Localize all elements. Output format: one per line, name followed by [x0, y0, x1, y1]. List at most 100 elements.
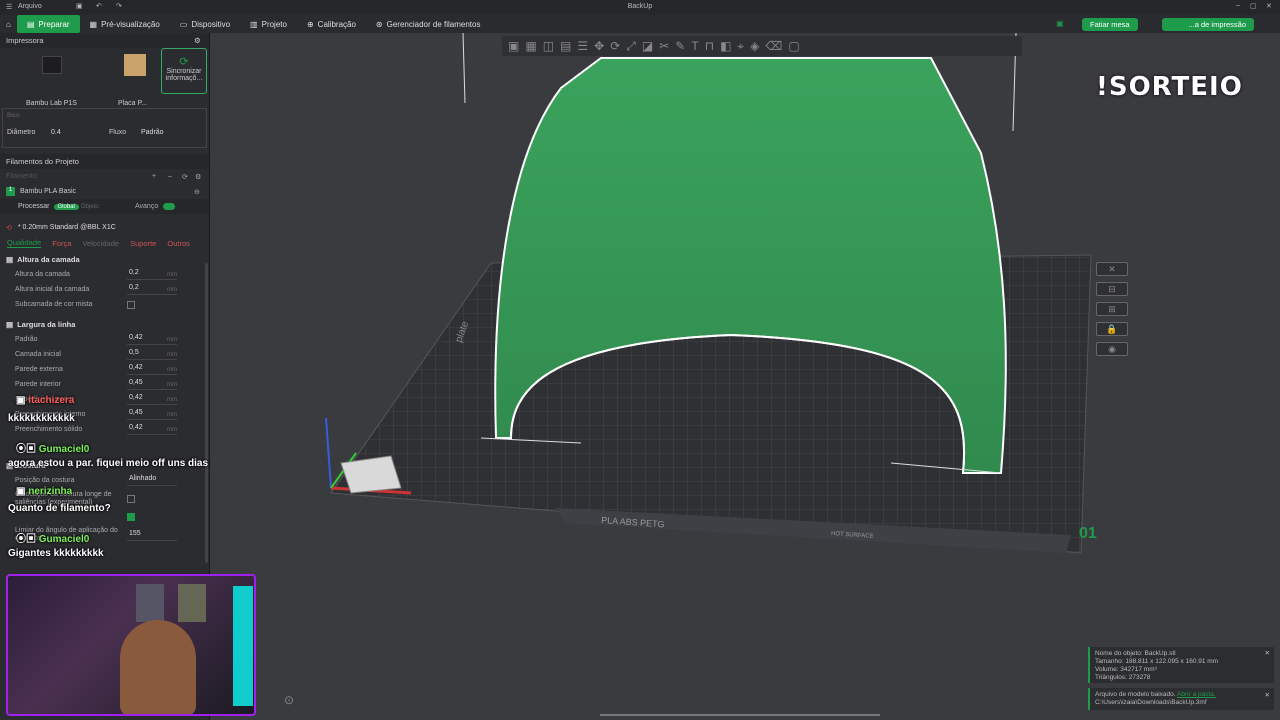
move-icon[interactable]: ✥: [594, 39, 604, 53]
seam-paint-icon[interactable]: ◧: [720, 39, 731, 53]
arrange-icon[interactable]: ▤: [560, 39, 571, 53]
plate-origin-tile: [340, 455, 402, 494]
tab-preparar[interactable]: ▤ Preparar: [16, 15, 80, 33]
grid-icon[interactable]: ▦: [525, 39, 536, 53]
tab-preview[interactable]: ▦ Pré-visualização: [80, 15, 170, 33]
plate-toolbar: ✕ ⊟ ⊞ 🔒 ◉: [1096, 262, 1128, 362]
chat-message: Quanto de filamento?: [8, 503, 111, 514]
add-icon[interactable]: +: [152, 173, 156, 180]
download-message: Arquivo de modelo baixado.: [1095, 691, 1176, 698]
streamer: [120, 620, 196, 714]
arrange-plate-icon[interactable]: ⊞: [1096, 302, 1128, 316]
setting-label: Posição da costura: [15, 477, 75, 484]
paint-icon[interactable]: ✎: [675, 39, 685, 53]
reset-icon[interactable]: ⟲: [6, 224, 12, 232]
open-folder-link[interactable]: Abrir a pasta.: [1177, 691, 1216, 698]
setting-unit: mm: [167, 426, 177, 433]
subtab-support[interactable]: Suporte: [130, 239, 156, 248]
z-axis: [325, 417, 332, 489]
camera-view-icon[interactable]: ⊙: [284, 693, 294, 707]
add-object-icon[interactable]: ▣: [508, 39, 519, 53]
sidebar-scrollbar[interactable]: [205, 263, 208, 563]
lock-plate-icon[interactable]: 🔒: [1096, 322, 1128, 336]
plate-name[interactable]: Placa P...: [118, 100, 147, 107]
subtab-quality[interactable]: Qualidade: [7, 238, 42, 248]
setting-unit: mm: [167, 271, 177, 278]
tab-calibration[interactable]: ⊕ Calibração: [297, 15, 366, 33]
setting-input[interactable]: 155: [127, 530, 177, 541]
setting-row: Padrão 0,42 mm: [0, 332, 209, 347]
slice-button[interactable]: Fatiar mesa: [1082, 18, 1138, 31]
home-icon[interactable]: ⌂: [0, 20, 17, 29]
auto-orient-icon[interactable]: ◫: [543, 39, 554, 53]
view-icon[interactable]: ▢: [788, 39, 799, 53]
tab-label: Projeto: [261, 19, 287, 29]
close-icon[interactable]: ✕: [1265, 692, 1270, 700]
profile-row[interactable]: ⟲ * 0.20mm Standard @BBL X1C: [0, 220, 209, 235]
subtab-speed[interactable]: Velocidade: [82, 239, 119, 248]
assembly-icon[interactable]: ◈: [750, 39, 759, 53]
setting-label: Subcamada de cor mista: [15, 301, 93, 308]
profile-select[interactable]: * 0.20mm Standard @BBL X1C: [18, 224, 116, 231]
view-toolbar: ▣ ▦ ◫ ▤ ☰ ✥ ⟳ ⤢ ◪ ✂ ✎ T ⊓ ◧ ⌖ ◈ ⌫ ▢: [502, 36, 1022, 56]
scarf-checkbox[interactable]: [127, 513, 135, 521]
setting-row: Preenchimento sólido 0,42 mm: [0, 422, 209, 437]
group-title: Altura da camada: [17, 254, 80, 264]
plate-settings-icon[interactable]: ◉: [1096, 342, 1128, 356]
printer-name[interactable]: Bambu Lab P1S: [26, 100, 77, 107]
seam-lip-checkbox[interactable]: [127, 495, 135, 503]
sync-icon: ⟳: [179, 56, 189, 68]
minus-circle-icon[interactable]: ⊖: [194, 188, 200, 196]
diameter-label: Diâmetro: [7, 129, 36, 136]
subtab-strength[interactable]: Força: [52, 239, 71, 248]
global-toggle[interactable]: Global: [53, 203, 79, 210]
subtab-others[interactable]: Outros: [167, 239, 190, 248]
diameter-select[interactable]: 0.4: [51, 129, 61, 136]
filament-item[interactable]: 1 Bambu PLA Basic ⊖: [0, 184, 209, 199]
chat-message: Gigantes kkkkkkkkk: [8, 548, 104, 559]
maximize-icon[interactable]: ▢: [1250, 2, 1257, 10]
seam-position-select[interactable]: Alinhado: [127, 475, 177, 486]
chat-user: ▣ nerizinha: [16, 486, 72, 497]
sync-icon[interactable]: ⟳: [182, 173, 188, 181]
print-button[interactable]: ...a de impressão: [1162, 18, 1254, 31]
setting-unit: mm: [167, 396, 177, 403]
tab-project[interactable]: ▥ Projeto: [240, 15, 297, 33]
plate-icon[interactable]: ▣: [1056, 19, 1064, 28]
remove-icon[interactable]: –: [168, 173, 172, 180]
object-toggle[interactable]: Objeto: [81, 204, 99, 210]
measure-icon[interactable]: ⌖: [737, 39, 744, 54]
scale-icon[interactable]: ⤢: [626, 39, 636, 54]
lay-on-face-icon[interactable]: ◪: [642, 39, 653, 53]
sync-button[interactable]: ⟳ Sincronizar informaçõ...: [161, 48, 207, 94]
mixed-checkbox[interactable]: [127, 300, 135, 309]
close-icon[interactable]: ✕: [1266, 2, 1272, 10]
filament-color-swatch[interactable]: 1: [6, 187, 15, 196]
list-icon[interactable]: ☰: [577, 39, 588, 53]
3d-viewport[interactable]: PLA ABS PETG HOT SURFACE plate 01: [211, 33, 1280, 720]
eraser-icon[interactable]: ⌫: [765, 39, 782, 53]
chat-username: nerizinha: [28, 486, 73, 497]
setting-unit: mm: [167, 351, 177, 358]
download-path: C:\Users\izaia\Downloads\BackUp.3mf: [1095, 699, 1207, 706]
close-plate-icon[interactable]: ✕: [1096, 262, 1128, 276]
badge-icon: ⦿▣: [16, 444, 39, 455]
tab-filament-manager[interactable]: ⊛ Gerenciador de filamentos: [366, 15, 491, 33]
setting-label: Altura inicial da camada: [15, 286, 90, 293]
text-icon[interactable]: T: [691, 39, 698, 53]
advanced-switch[interactable]: [163, 203, 175, 210]
flow-select[interactable]: Padrão: [141, 129, 164, 136]
title-bar: ☰ Arquivo ▣ ↶ ↷ BackUp – ▢ ✕: [0, 0, 1280, 15]
badge-icon: ▣: [16, 486, 29, 497]
minimize-icon[interactable]: –: [1236, 2, 1240, 9]
tab-device[interactable]: ▭ Dispositivo: [170, 15, 240, 33]
close-icon[interactable]: ✕: [1265, 650, 1270, 658]
cut-icon[interactable]: ✂: [659, 39, 669, 53]
support-icon[interactable]: ⊓: [705, 39, 714, 53]
sync-label: Sincronizar informaçõ...: [165, 68, 203, 82]
gear-icon[interactable]: ⚙: [194, 36, 201, 45]
orient-plate-icon[interactable]: ⊟: [1096, 282, 1128, 296]
filament-name[interactable]: Bambu PLA Basic: [20, 188, 76, 195]
rotate-icon[interactable]: ⟳: [610, 39, 620, 53]
gear-icon[interactable]: ⚙: [195, 173, 201, 181]
